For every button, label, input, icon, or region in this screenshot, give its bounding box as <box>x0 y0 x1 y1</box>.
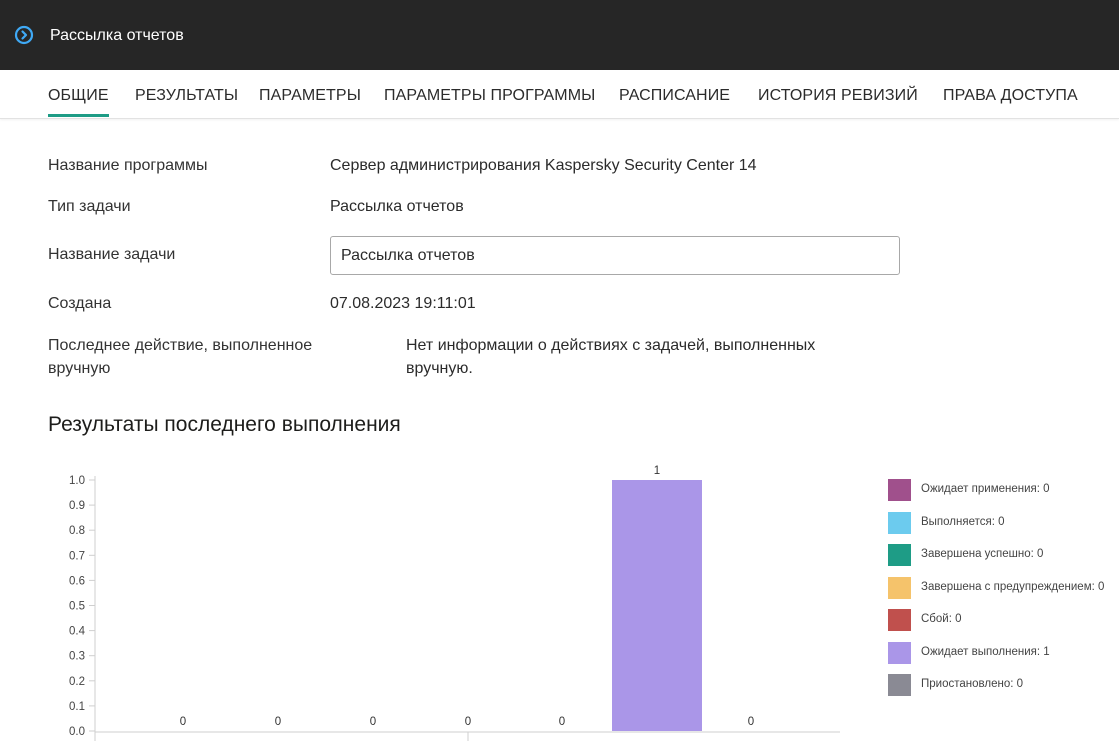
legend-swatch <box>888 641 911 664</box>
bar-value-label: 0 <box>180 716 186 728</box>
tab-bar: ОБЩИЕ РЕЗУЛЬТАТЫ ПАРАМЕТРЫ ПАРАМЕТРЫ ПРО… <box>0 70 1119 119</box>
y-tick-label: 0.1 <box>69 701 85 713</box>
y-tick-label: 0.2 <box>69 676 85 688</box>
created-value: 07.08.2023 19:11:01 <box>330 295 476 312</box>
y-tick-label: 0.4 <box>69 626 86 638</box>
legend-swatch <box>888 544 911 566</box>
task-type-value: Рассылка отчетов <box>330 198 464 215</box>
bar-value-label: 0 <box>275 716 281 728</box>
legend-swatch <box>888 674 911 696</box>
tab-revision-history[interactable]: ИСТОРИЯ РЕВИЗИЙ <box>758 85 918 107</box>
tab-parameters[interactable]: ПАРАМЕТРЫ <box>259 85 361 107</box>
legend-swatch <box>888 576 911 599</box>
app-name-label: Название программы <box>48 157 208 174</box>
y-tick-label: 0.6 <box>69 575 85 587</box>
bar-value-label: 0 <box>559 716 565 728</box>
legend-label: Выполняется: 0 <box>921 515 1005 528</box>
legend-swatch <box>888 609 911 631</box>
app-name-value: Сервер администрирования Kaspersky Secur… <box>330 157 757 174</box>
legend-label: Ожидает применения: 0 <box>921 483 1050 495</box>
legend-label: Сбой: 0 <box>921 613 962 625</box>
task-name-label: Название задачи <box>48 246 176 263</box>
bar-value-label: 0 <box>748 716 754 728</box>
y-tick-label: 0.3 <box>69 651 85 663</box>
y-tick-label: 0.0 <box>69 726 85 738</box>
task-type-label: Тип задачи <box>48 198 131 215</box>
last-action-value-line1: Нет информации о действиях с задачей, вы… <box>406 337 816 354</box>
tab-schedule[interactable]: РАСПИСАНИЕ <box>619 85 730 107</box>
last-action-label-line1: Последнее действие, выполненное <box>48 337 313 354</box>
window-title: Рассылка отчетов <box>50 27 184 44</box>
bar-value-label: 0 <box>465 716 471 728</box>
legend-swatch <box>888 511 911 534</box>
created-label: Создана <box>48 295 112 312</box>
tab-general[interactable]: ОБЩИЕ <box>48 85 109 117</box>
bar-value-label: 1 <box>654 465 660 477</box>
bar-value-label: 0 <box>370 716 376 728</box>
legend-swatch <box>888 479 911 501</box>
tab-results[interactable]: РЕЗУЛЬТАТЫ <box>135 85 238 107</box>
y-tick-label: 0.8 <box>69 525 85 537</box>
tab-app-parameters[interactable]: ПАРАМЕТРЫ ПРОГРАММЫ <box>384 85 595 107</box>
tab-access-rights[interactable]: ПРАВА ДОСТУПА <box>943 85 1078 107</box>
legend-label: Ожидает выполнения: 1 <box>921 645 1050 658</box>
legend-label: Приостановлено: 0 <box>921 678 1023 690</box>
y-tick-label: 1.0 <box>69 475 85 487</box>
title-bar: Рассылка отчетов <box>0 0 1119 70</box>
y-tick-label: 0.9 <box>69 500 85 512</box>
bar <box>612 480 702 731</box>
results-bar-chart: 0.0 0.1 0.2 0.3 0.4 0.5 0.6 0.7 0.8 0.9 1.0 0 0 0 0 0 1 0 <box>69 465 840 741</box>
results-section-title: Результаты последнего выполнения <box>48 413 401 436</box>
legend-label: Завершена с предупреждением: 0 <box>921 580 1105 593</box>
y-tick-label: 0.7 <box>69 550 85 562</box>
legend-label: Завершена успешно: 0 <box>921 548 1044 560</box>
last-action-value-line2: вручную. <box>406 360 473 377</box>
task-name-input[interactable] <box>330 236 900 275</box>
chevron-right-circle-icon[interactable] <box>14 25 34 45</box>
y-tick-label: 0.5 <box>69 601 85 613</box>
last-action-label-line2: вручную <box>48 360 111 377</box>
